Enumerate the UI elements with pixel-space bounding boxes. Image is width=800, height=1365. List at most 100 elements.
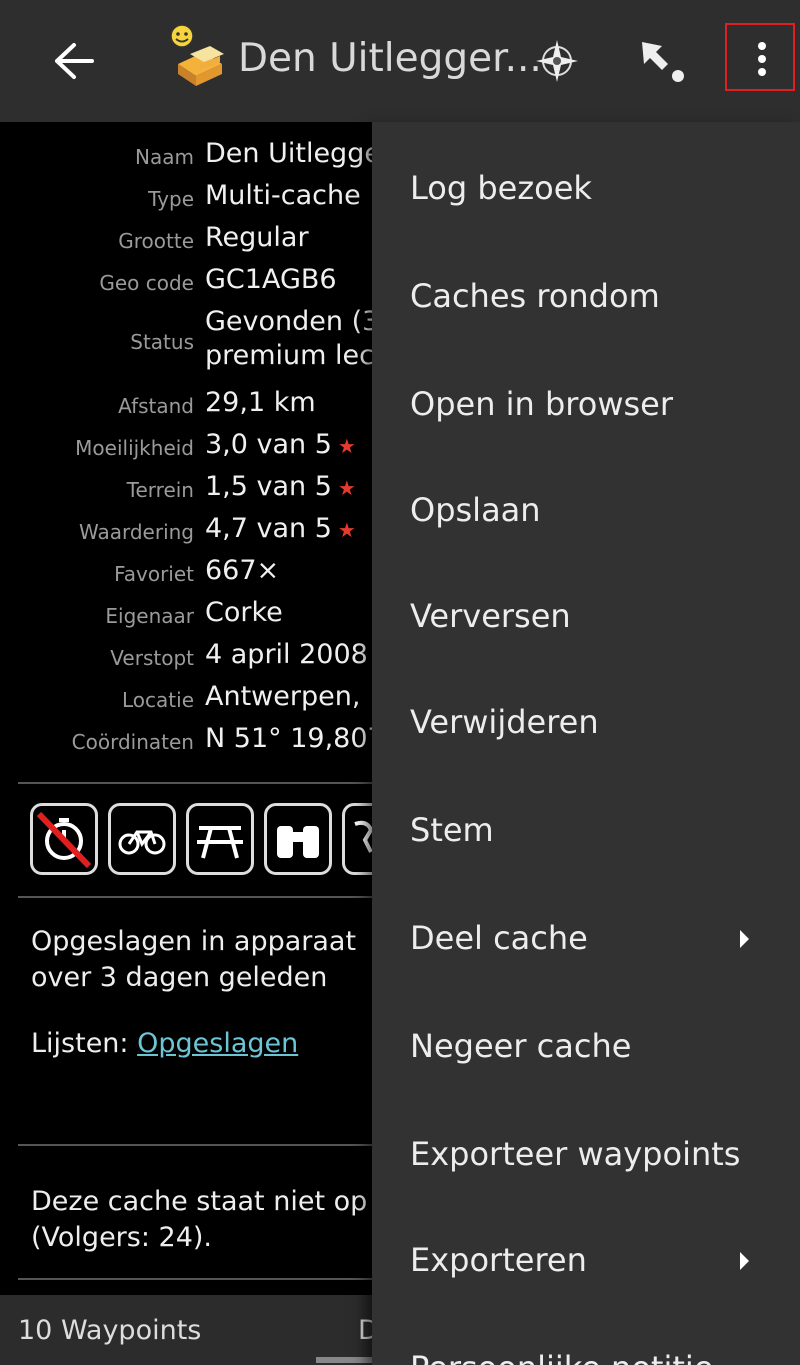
menu-item-label: Verwijderen	[410, 703, 599, 741]
menu-item-delete[interactable]: Verwijderen	[372, 672, 800, 772]
menu-item-label: Opslaan	[410, 491, 541, 529]
detail-value: 3,0 van 5	[205, 429, 332, 460]
menu-item-label: Exporteer waypoints	[410, 1135, 741, 1173]
bottom-tabs: 10 Waypoints D	[0, 1295, 380, 1365]
detail-value: Den Uitlegge	[205, 138, 381, 169]
detail-row-rating: Waardering 4,7 van 5 ★	[0, 510, 380, 550]
detail-label: Geo code	[99, 271, 194, 295]
detail-value: 29,1 km	[205, 387, 316, 418]
detail-value: Gevonden (3	[205, 306, 380, 337]
multi-cache-icon	[170, 24, 224, 86]
detail-label: Status	[130, 330, 194, 354]
detail-value: 667×	[205, 555, 280, 586]
menu-item-export[interactable]: Exporteren	[372, 1210, 800, 1310]
detail-label: Favoriet	[114, 562, 194, 586]
detail-value: Antwerpen,	[205, 681, 361, 712]
detail-label: Eigenaar	[105, 604, 194, 628]
detail-label: Afstand	[118, 394, 194, 418]
menu-item-label: Open in browser	[410, 385, 674, 423]
overflow-dot-icon	[758, 55, 766, 63]
menu-item-refresh[interactable]: Verversen	[372, 566, 800, 666]
cache-title: Den Uitlegger...	[238, 36, 542, 81]
no-stopwatch-icon[interactable]	[30, 803, 98, 875]
menu-item-label: Deel cache	[410, 919, 588, 957]
compass-icon[interactable]	[534, 38, 580, 84]
menu-item-personal-note[interactable]: Persoonlijke notitie	[372, 1318, 800, 1365]
overflow-menu-button[interactable]	[725, 23, 795, 91]
detail-row-terrain: Terrein 1,5 van 5 ★	[0, 468, 380, 508]
detail-row-name: Naam Den Uitlegge	[0, 135, 381, 175]
detail-label: Waardering	[78, 520, 194, 544]
detail-value-line2: premium lec	[205, 340, 375, 371]
detail-row-favorite: Favoriet 667×	[0, 552, 380, 592]
detail-value-wrap: 1,5 van 5 ★	[205, 471, 356, 502]
menu-item-open-browser[interactable]: Open in browser	[372, 354, 800, 454]
detail-row-geocode: Geo code GC1AGB6	[0, 261, 380, 301]
detail-label: Grootte	[118, 229, 194, 253]
detail-row-difficulty: Moeilijkheid 3,0 van 5 ★	[0, 426, 380, 466]
lists-label: Lijsten:	[31, 1028, 138, 1059]
watchlist-info: Deze cache staat niet op (Volgers: 24).	[31, 1184, 367, 1256]
star-icon: ★	[337, 476, 356, 500]
menu-item-label: Stem	[410, 811, 494, 849]
menu-item-label: Verversen	[410, 597, 571, 635]
divider	[18, 896, 378, 898]
stored-line-2: over 3 dagen geleden	[31, 962, 328, 993]
detail-label: Locatie	[122, 688, 194, 712]
detail-value: 4,7 van 5	[205, 513, 332, 544]
back-arrow-icon[interactable]	[52, 42, 96, 80]
stored-info: Opgeslagen in apparaat over 3 dagen gele…	[31, 924, 356, 996]
detail-row-type: Type Multi-cache	[0, 177, 380, 217]
detail-row-location: Locatie Antwerpen,	[0, 678, 380, 718]
menu-item-vote[interactable]: Stem	[372, 780, 800, 880]
detail-value: Regular	[205, 222, 309, 253]
attribute-icons	[30, 803, 382, 879]
menu-item-share-cache[interactable]: Deel cache	[372, 888, 800, 988]
menu-item-label: Negeer cache	[410, 1027, 632, 1065]
detail-value[interactable]: Corke	[205, 597, 283, 628]
menu-item-export-waypoints[interactable]: Exporteer waypoints	[372, 1104, 800, 1204]
detail-value: Multi-cache	[205, 180, 361, 211]
menu-item-log-visit[interactable]: Log bezoek	[372, 138, 800, 238]
detail-value: 4 april 2008	[205, 639, 368, 670]
submenu-arrow-icon	[740, 1252, 749, 1270]
lists-link[interactable]: Opgeslagen	[137, 1028, 298, 1059]
detail-value[interactable]: N 51° 19,807	[205, 723, 385, 754]
tab-waypoints[interactable]: 10 Waypoints	[18, 1315, 201, 1346]
overflow-popup-menu: Log bezoek Caches rondom Open in browser…	[372, 122, 800, 1365]
overflow-dot-icon	[758, 68, 766, 76]
menu-item-label: Persoonlijke notitie	[410, 1318, 713, 1365]
detail-value: 1,5 van 5	[205, 471, 332, 502]
menu-item-ignore-cache[interactable]: Negeer cache	[372, 996, 800, 1096]
tab-indicator	[316, 1357, 380, 1363]
star-icon: ★	[337, 434, 356, 458]
watch-line-2: (Volgers: 24).	[31, 1222, 212, 1253]
overflow-dot-icon	[758, 42, 766, 50]
picnic-table-icon[interactable]	[186, 803, 254, 875]
stored-line-1: Opgeslagen in apparaat	[31, 926, 357, 957]
detail-row-distance: Afstand 29,1 km	[0, 384, 380, 424]
star-icon: ★	[337, 518, 356, 542]
menu-item-save[interactable]: Opslaan	[372, 460, 800, 560]
navigate-icon[interactable]	[634, 36, 690, 86]
lists-info: Lijsten: Opgeslagen	[31, 1026, 298, 1062]
divider	[18, 1144, 378, 1146]
detail-label: Naam	[135, 145, 194, 169]
binoculars-icon[interactable]	[264, 803, 332, 875]
divider	[18, 782, 378, 784]
detail-label: Moeilijkheid	[75, 436, 194, 460]
detail-label: Type	[148, 187, 194, 211]
detail-row-owner: Eigenaar Corke	[0, 594, 380, 634]
app-bar: Den Uitlegger...	[0, 0, 800, 122]
menu-item-label: Exporteren	[410, 1241, 587, 1279]
divider	[18, 1278, 378, 1280]
watch-line-1: Deze cache staat niet op	[31, 1186, 368, 1217]
detail-value-wrap: 4,7 van 5 ★	[205, 513, 356, 544]
bicycle-icon[interactable]	[108, 803, 176, 875]
detail-label: Coördinaten	[71, 730, 194, 754]
menu-item-caches-around[interactable]: Caches rondom	[372, 246, 800, 346]
detail-value-wrap: 3,0 van 5 ★	[205, 429, 356, 460]
detail-label: Terrein	[126, 478, 194, 502]
detail-row-coordinates: Coördinaten N 51° 19,807	[0, 720, 385, 760]
detail-row-status: Status Gevonden (3 premium lec	[0, 303, 380, 379]
